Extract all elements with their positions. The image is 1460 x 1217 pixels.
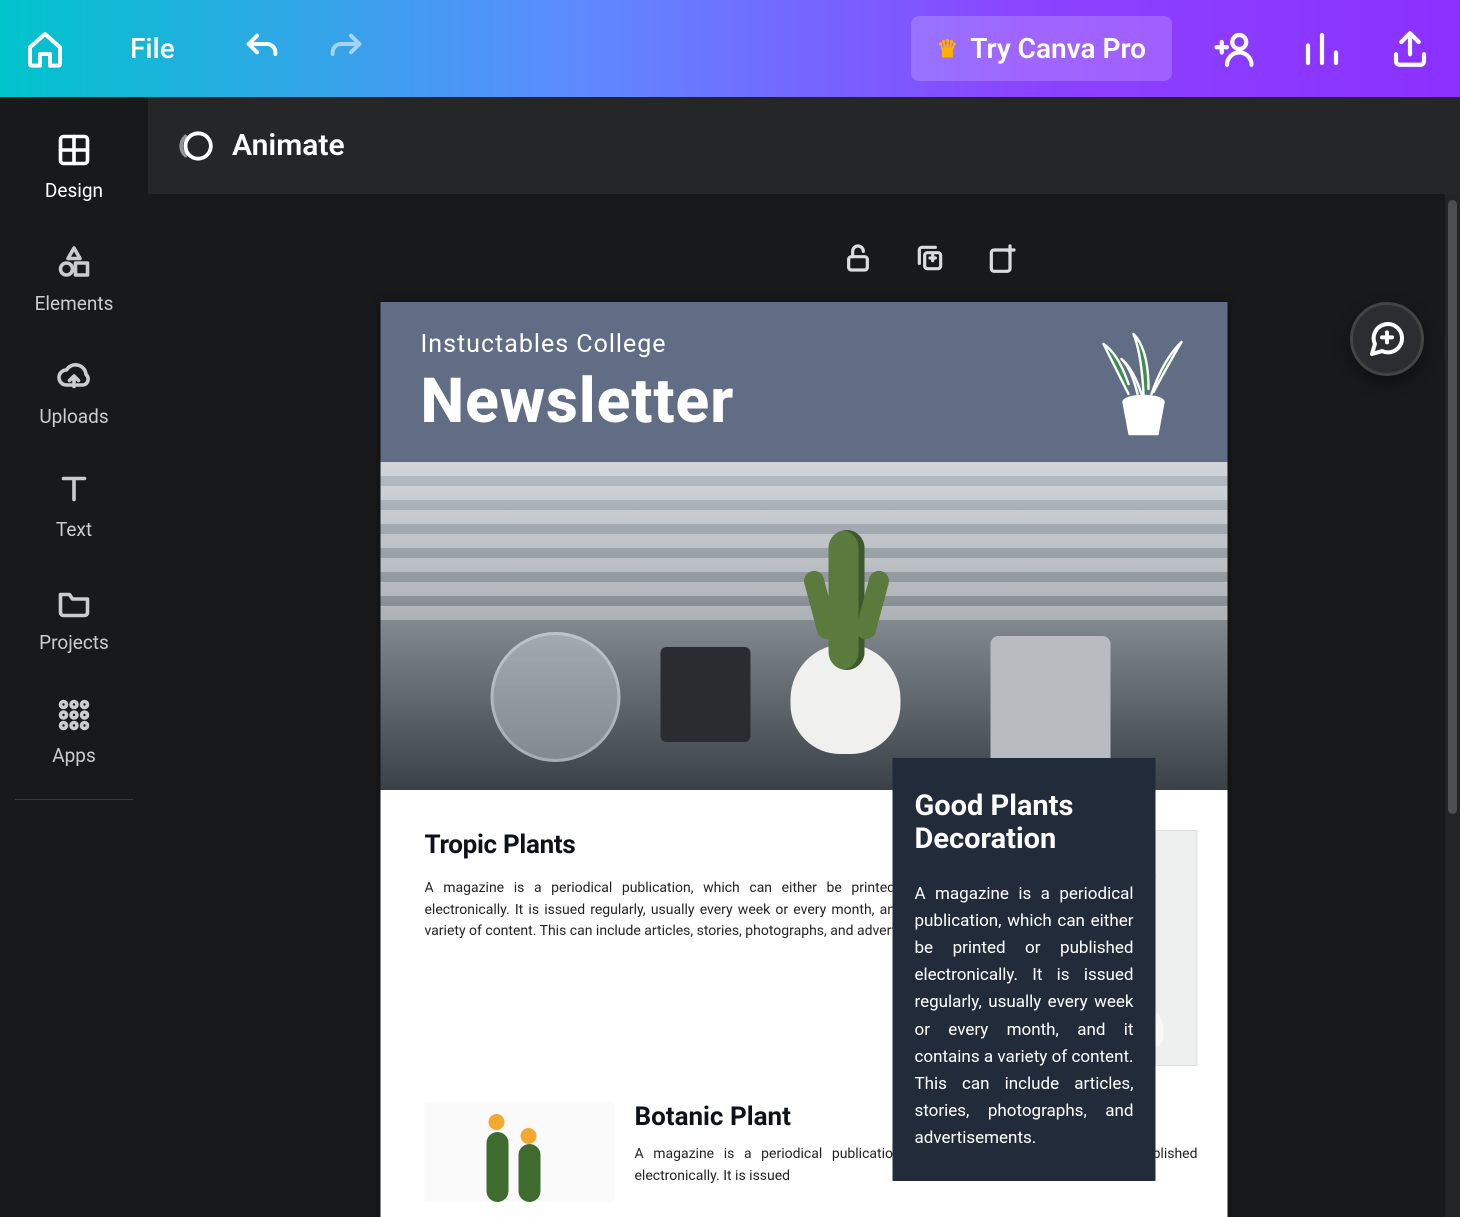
sidebar-item-label: Design [45,179,103,202]
right-panel-heading[interactable]: Good Plants Decoration [915,790,1134,857]
elements-icon [55,244,93,282]
share-people-icon[interactable] [1208,23,1260,75]
right-panel[interactable]: Good Plants Decoration A magazine is a p… [893,758,1156,1181]
left-sidebar: Design Elements Uploads Text Projects Ap… [0,97,148,1217]
sidebar-divider [15,799,133,800]
sidebar-item-label: Projects [39,631,109,654]
plant-illustration-icon[interactable] [1094,324,1194,444]
try-canva-pro-button[interactable]: ♛ Try Canva Pro [911,16,1172,81]
file-menu[interactable]: File [114,24,191,73]
header-subtitle[interactable]: Instuctables College [421,330,1188,359]
sidebar-item-projects[interactable]: Projects [0,561,148,674]
newsletter-header[interactable]: Instuctables College Newsletter [381,302,1228,462]
duplicate-page-icon[interactable] [912,240,948,276]
sidebar-item-apps[interactable]: Apps [0,674,148,787]
upload-icon[interactable] [1384,23,1436,75]
scrollbar[interactable] [1445,194,1460,1217]
secondary-bar: Animate [148,97,1460,194]
uploads-icon [55,357,93,395]
apps-icon [55,696,93,734]
sidebar-item-elements[interactable]: Elements [0,222,148,335]
crown-icon: ♛ [937,35,959,63]
sidebar-item-label: Text [56,518,92,541]
hero-image[interactable] [381,462,1228,790]
page-controls [840,240,1020,276]
animate-button[interactable]: Animate [232,128,345,163]
design-icon [55,131,93,169]
sidebar-item-label: Apps [52,744,96,767]
animate-icon[interactable] [176,127,214,165]
lock-page-icon[interactable] [840,240,876,276]
sidebar-item-label: Uploads [39,405,108,428]
canvas-area[interactable]: Instuctables College Newsletter [148,194,1460,1217]
design-page[interactable]: Instuctables College Newsletter [381,302,1228,1217]
add-page-icon[interactable] [984,240,1020,276]
text-icon [55,470,93,508]
topbar: File ♛ Try Canva Pro [0,0,1460,97]
content-row: Tropic Plants A magazine is a periodical… [381,790,1228,1217]
projects-icon [55,583,93,621]
header-title[interactable]: Newsletter [421,365,1188,438]
redo-button[interactable] [323,26,369,72]
home-icon[interactable] [24,28,66,70]
analytics-icon[interactable] [1296,23,1348,75]
right-panel-body[interactable]: A magazine is a periodical publication, … [915,881,1134,1153]
try-pro-label: Try Canva Pro [970,32,1146,65]
sidebar-item-text[interactable]: Text [0,448,148,561]
undo-button[interactable] [239,26,285,72]
add-comment-button[interactable] [1350,302,1424,376]
sidebar-item-uploads[interactable]: Uploads [0,335,148,448]
article2-image[interactable] [425,1102,615,1202]
sidebar-item-label: Elements [35,292,114,315]
scrollbar-thumb[interactable] [1448,200,1457,814]
sidebar-item-design[interactable]: Design [0,109,148,222]
